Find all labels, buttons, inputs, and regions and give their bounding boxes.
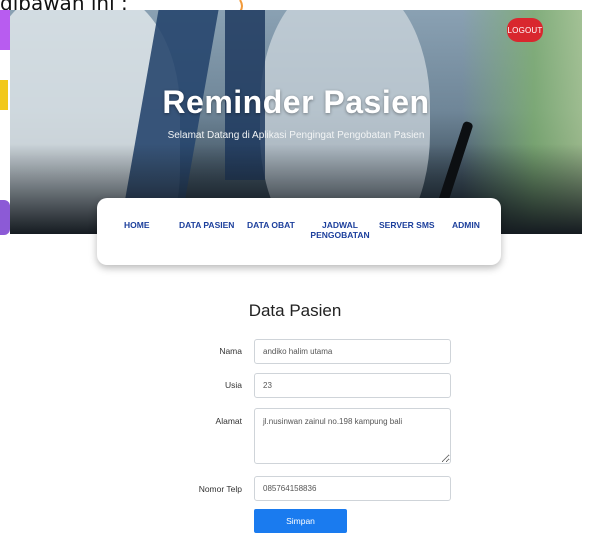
usia-field[interactable] bbox=[254, 373, 451, 398]
nav-item-home[interactable]: HOME bbox=[124, 220, 150, 230]
page-title: Reminder Pasien bbox=[162, 84, 430, 120]
document-accent-purple bbox=[0, 10, 10, 50]
nav-item-server-sms[interactable]: SERVER SMS bbox=[379, 220, 435, 230]
page-subtitle: Selamat Datang di Aplikasi Pengingat Pen… bbox=[167, 130, 425, 141]
nav-item-admin[interactable]: ADMIN bbox=[452, 220, 480, 230]
form-title: Data Pasien bbox=[248, 301, 342, 320]
nav-item-jadwal-pengobatan[interactable]: JADWAL PENGOBATAN bbox=[310, 220, 370, 240]
nav-item-data-pasien[interactable]: DATA PASIEN bbox=[179, 220, 234, 230]
document-accent-yellow bbox=[0, 80, 8, 110]
alamat-label: Alamat bbox=[215, 416, 242, 426]
nama-field[interactable] bbox=[254, 339, 451, 364]
usia-label: Usia bbox=[224, 380, 242, 390]
nomor-telp-field[interactable] bbox=[254, 476, 451, 501]
alamat-field[interactable]: jl.nusinwan zainul no.198 kampung bali bbox=[254, 408, 451, 464]
nav-item-data-obat[interactable]: DATA OBAT bbox=[247, 220, 295, 230]
nomor-telp-label: Nomor Telp bbox=[198, 484, 242, 494]
save-button[interactable]: Simpan bbox=[254, 509, 347, 533]
main-nav: HOME DATA PASIEN DATA OBAT JADWAL PENGOB… bbox=[97, 198, 501, 265]
document-accent-violet bbox=[0, 200, 10, 235]
logout-button[interactable]: LOGOUT bbox=[507, 18, 543, 42]
nama-label: Nama bbox=[219, 346, 242, 356]
